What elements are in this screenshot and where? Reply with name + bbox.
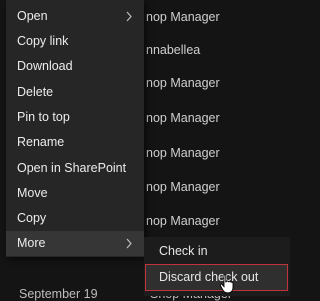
menu-item-more[interactable]: More [6, 231, 144, 256]
menu-item-label: Copy link [17, 34, 69, 48]
background-row[interactable]: nnabellea [146, 43, 200, 57]
submenu-item-check-in[interactable]: Check in [144, 239, 290, 264]
submenu-item-label: Discard check out [159, 270, 259, 284]
submenu-item-discard-check-out[interactable]: Discard check out [145, 264, 288, 291]
background-row[interactable]: nop Manager [146, 146, 220, 160]
background-row[interactable]: nop Manager [146, 10, 220, 24]
background-row[interactable]: nop Manager [146, 214, 220, 228]
context-menu: Open Copy link Download Delete Pin to to… [6, 0, 144, 257]
menu-item-open[interactable]: Open [6, 4, 144, 29]
menu-item-label: Pin to top [17, 110, 70, 124]
menu-item-label: Download [17, 59, 73, 73]
menu-item-delete[interactable]: Delete [6, 80, 144, 105]
menu-item-rename[interactable]: Rename [6, 130, 144, 155]
more-submenu: Check in Discard check out [144, 237, 290, 296]
background-row[interactable]: nop Manager [146, 180, 220, 194]
menu-item-label: Delete [17, 85, 54, 99]
background-row[interactable]: nop Manager [146, 111, 220, 125]
menu-item-label: Rename [17, 135, 65, 149]
menu-item-copy[interactable]: Copy [6, 206, 144, 231]
menu-item-download[interactable]: Download [6, 54, 144, 79]
menu-item-label: More [17, 236, 46, 250]
hand-cursor-icon [219, 274, 234, 294]
bottom-row-date: September 19 [19, 287, 98, 301]
menu-item-label: Move [17, 186, 48, 200]
menu-item-label: Open [17, 9, 48, 23]
chevron-right-icon [126, 238, 132, 249]
menu-item-label: Open in SharePoint [17, 161, 127, 175]
menu-item-open-in-sharepoint[interactable]: Open in SharePoint [6, 156, 144, 181]
submenu-item-label: Check in [159, 244, 208, 258]
menu-item-copy-link[interactable]: Copy link [6, 29, 144, 54]
menu-item-label: Copy [17, 211, 47, 225]
menu-item-move[interactable]: Move [6, 181, 144, 206]
background-row[interactable]: nop Manager [146, 76, 220, 90]
menu-item-pin-to-top[interactable]: Pin to top [6, 105, 144, 130]
chevron-right-icon [126, 11, 132, 22]
